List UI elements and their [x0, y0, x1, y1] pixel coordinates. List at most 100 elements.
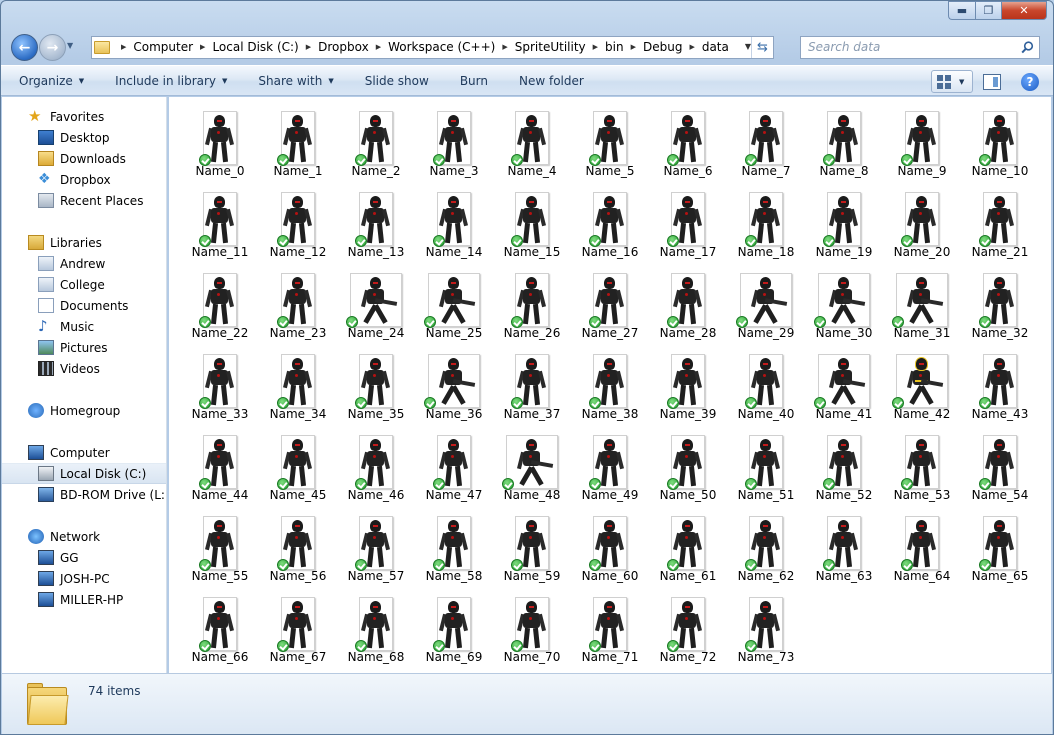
- search-input[interactable]: Search data: [808, 40, 880, 54]
- breadcrumb-local-disk[interactable]: Local Disk (C:): [212, 40, 298, 54]
- file-item[interactable]: Name_49: [571, 424, 649, 505]
- include-in-library-menu[interactable]: Include in library ▼: [115, 74, 227, 88]
- file-item[interactable]: Name_22: [181, 262, 259, 343]
- file-item[interactable]: Name_56: [259, 505, 337, 586]
- file-item[interactable]: Name_21: [961, 181, 1039, 262]
- file-item[interactable]: Name_6: [649, 100, 727, 181]
- file-item[interactable]: Name_73: [727, 586, 805, 667]
- breadcrumb-dropbox[interactable]: Dropbox: [318, 40, 369, 54]
- sidebar-item-josh-pc[interactable]: JOSH-PC: [2, 568, 166, 589]
- file-item[interactable]: Name_32: [961, 262, 1039, 343]
- file-item[interactable]: Name_35: [337, 343, 415, 424]
- file-item[interactable]: Name_72: [649, 586, 727, 667]
- file-item[interactable]: Name_61: [649, 505, 727, 586]
- file-item[interactable]: Name_58: [415, 505, 493, 586]
- file-item[interactable]: Name_23: [259, 262, 337, 343]
- sidebar-item-recent-places[interactable]: Recent Places: [2, 190, 166, 211]
- file-item[interactable]: Name_30: [805, 262, 883, 343]
- burn-button[interactable]: Burn: [460, 74, 488, 88]
- chevron-down-icon[interactable]: ▼: [959, 78, 964, 86]
- file-item[interactable]: Name_27: [571, 262, 649, 343]
- file-item[interactable]: Name_0: [181, 100, 259, 181]
- chevron-right-icon[interactable]: ▶: [689, 43, 694, 51]
- file-item[interactable]: Name_69: [415, 586, 493, 667]
- sidebar-item-college[interactable]: College: [2, 274, 166, 295]
- file-item[interactable]: Name_7: [727, 100, 805, 181]
- file-item[interactable]: Name_16: [571, 181, 649, 262]
- file-item[interactable]: Name_3: [415, 100, 493, 181]
- file-item[interactable]: Name_34: [259, 343, 337, 424]
- file-item[interactable]: Name_62: [727, 505, 805, 586]
- file-item[interactable]: Name_44: [181, 424, 259, 505]
- file-item[interactable]: Name_19: [805, 181, 883, 262]
- file-item[interactable]: Name_36: [415, 343, 493, 424]
- chevron-right-icon[interactable]: ▶: [200, 43, 205, 51]
- sidebar-item-bd-rom-drive[interactable]: BD-ROM Drive (L:) H: [2, 484, 166, 505]
- sidebar-item-andrew[interactable]: Andrew: [2, 253, 166, 274]
- breadcrumb-spriteutility[interactable]: SpriteUtility: [515, 40, 586, 54]
- file-item[interactable]: Name_11: [181, 181, 259, 262]
- file-item[interactable]: Name_29: [727, 262, 805, 343]
- chevron-right-icon[interactable]: ▶: [376, 43, 381, 51]
- sidebar-item-favorites[interactable]: ★ Favorites: [2, 106, 166, 127]
- recent-pages-dropdown-icon[interactable]: ▼: [67, 41, 73, 50]
- forward-button[interactable]: →: [39, 34, 66, 61]
- file-item[interactable]: Name_20: [883, 181, 961, 262]
- breadcrumb-debug[interactable]: Debug: [643, 40, 682, 54]
- file-item[interactable]: Name_4: [493, 100, 571, 181]
- file-item[interactable]: Name_41: [805, 343, 883, 424]
- file-item[interactable]: Name_48: [493, 424, 571, 505]
- sidebar-item-pictures[interactable]: Pictures: [2, 337, 166, 358]
- chevron-right-icon[interactable]: ▶: [631, 43, 636, 51]
- sidebar-item-dropbox[interactable]: ❖ Dropbox: [2, 169, 166, 190]
- slide-show-button[interactable]: Slide show: [365, 74, 429, 88]
- file-item[interactable]: Name_70: [493, 586, 571, 667]
- file-item[interactable]: Name_1: [259, 100, 337, 181]
- breadcrumb-computer[interactable]: Computer: [133, 40, 193, 54]
- file-item[interactable]: Name_24: [337, 262, 415, 343]
- file-item[interactable]: Name_13: [337, 181, 415, 262]
- file-item[interactable]: Name_52: [805, 424, 883, 505]
- file-item[interactable]: Name_17: [649, 181, 727, 262]
- file-item[interactable]: Name_59: [493, 505, 571, 586]
- file-item[interactable]: Name_63: [805, 505, 883, 586]
- sidebar-item-downloads[interactable]: Downloads: [2, 148, 166, 169]
- chevron-right-icon[interactable]: ▶: [121, 43, 126, 51]
- change-view-button[interactable]: ▼: [931, 70, 973, 93]
- sidebar-item-homegroup[interactable]: Homegroup: [2, 400, 166, 421]
- file-item[interactable]: Name_43: [961, 343, 1039, 424]
- sidebar-item-music[interactable]: ♪ Music: [2, 316, 166, 337]
- file-item[interactable]: Name_65: [961, 505, 1039, 586]
- file-item[interactable]: Name_37: [493, 343, 571, 424]
- file-item[interactable]: Name_45: [259, 424, 337, 505]
- file-item[interactable]: Name_54: [961, 424, 1039, 505]
- sidebar-item-documents[interactable]: Documents: [2, 295, 166, 316]
- file-item[interactable]: Name_57: [337, 505, 415, 586]
- file-item[interactable]: Name_5: [571, 100, 649, 181]
- file-item[interactable]: Name_26: [493, 262, 571, 343]
- file-item[interactable]: Name_40: [727, 343, 805, 424]
- breadcrumb-bin[interactable]: bin: [605, 40, 624, 54]
- sidebar-item-gg[interactable]: GG: [2, 547, 166, 568]
- preview-pane-button[interactable]: [983, 73, 1001, 90]
- file-item[interactable]: Name_18: [727, 181, 805, 262]
- file-item[interactable]: Name_33: [181, 343, 259, 424]
- breadcrumb-data[interactable]: data: [702, 40, 729, 54]
- file-item[interactable]: Name_9: [883, 100, 961, 181]
- sidebar-item-desktop[interactable]: Desktop: [2, 127, 166, 148]
- refresh-button[interactable]: ⇆: [751, 36, 773, 58]
- file-item[interactable]: Name_39: [649, 343, 727, 424]
- organize-menu[interactable]: Organize ▼: [19, 74, 84, 88]
- sidebar-item-videos[interactable]: Videos: [2, 358, 166, 379]
- breadcrumb-workspace[interactable]: Workspace (C++): [388, 40, 495, 54]
- file-item[interactable]: Name_71: [571, 586, 649, 667]
- file-item[interactable]: Name_46: [337, 424, 415, 505]
- file-item[interactable]: Name_8: [805, 100, 883, 181]
- file-item[interactable]: Name_47: [415, 424, 493, 505]
- file-item[interactable]: Name_10: [961, 100, 1039, 181]
- file-item[interactable]: Name_28: [649, 262, 727, 343]
- file-item[interactable]: Name_42: [883, 343, 961, 424]
- file-item[interactable]: Name_12: [259, 181, 337, 262]
- file-item[interactable]: Name_15: [493, 181, 571, 262]
- file-item[interactable]: Name_14: [415, 181, 493, 262]
